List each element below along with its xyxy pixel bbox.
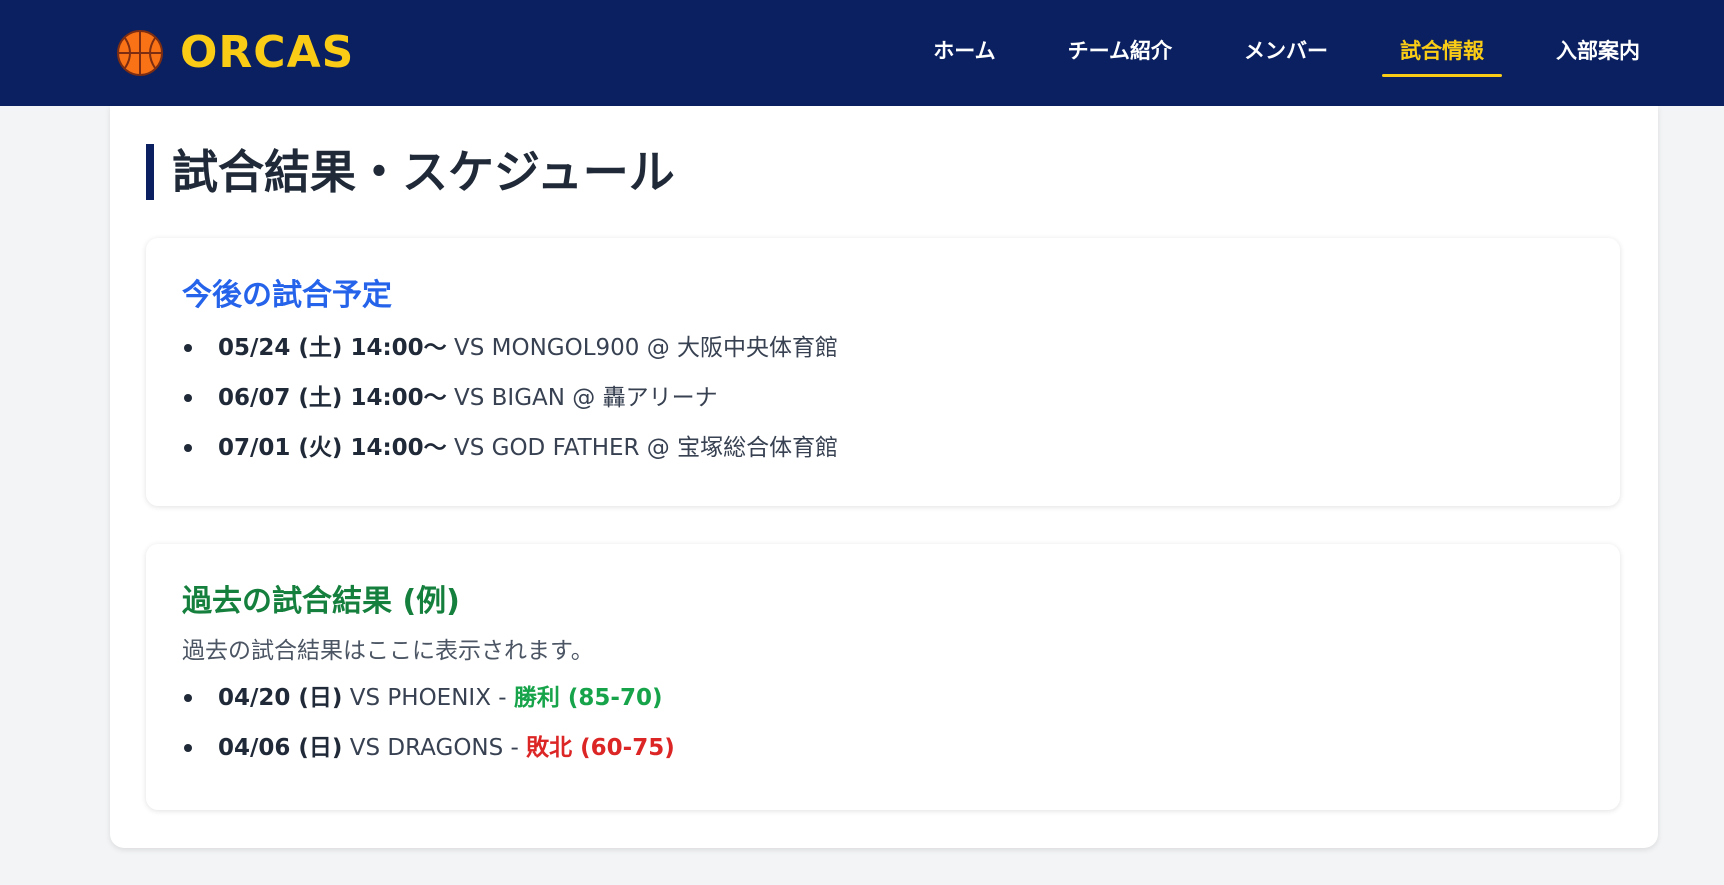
match-date: 06/07 (土) 14:00〜	[218, 385, 447, 411]
logo-text: ORCAS	[180, 27, 355, 78]
site-header: ORCAS ホーム チーム紹介 メンバー 試合情報 入部案内	[0, 0, 1724, 106]
past-result-list: 04/20 (日) VS PHOENIX - 勝利 (85-70) 04/06 …	[182, 678, 1584, 768]
nav-item-matches[interactable]: 試合情報	[1382, 25, 1502, 77]
match-detail: VS GOD FATHER @ 宝塚総合体育館	[453, 435, 839, 461]
past-section-title: 過去の試合結果 (例)	[182, 584, 460, 619]
past-section-description: 過去の試合結果はここに表示されます。	[182, 638, 594, 664]
upcoming-matches-section: 今後の試合予定 05/24 (土) 14:00〜 VS MONGOL900 @ …	[146, 238, 1620, 506]
result-win-badge: 勝利 (85-70)	[513, 685, 663, 711]
match-detail: VS DRAGONS -	[349, 735, 519, 761]
main-nav: ホーム チーム紹介 メンバー 試合情報 入部案内	[879, 0, 1658, 100]
nav-item-team[interactable]: チーム紹介	[1050, 25, 1190, 75]
nav-item-members[interactable]: メンバー	[1226, 25, 1346, 75]
basketball-icon	[117, 30, 163, 76]
match-detail: VS MONGOL900 @ 大阪中央体育館	[453, 335, 839, 361]
match-date: 04/20 (日)	[218, 685, 343, 711]
match-detail: VS BIGAN @ 轟アリーナ	[453, 385, 718, 411]
logo-link[interactable]: ORCAS	[116, 29, 354, 77]
nav-item-home[interactable]: ホーム	[915, 25, 1013, 75]
main-content-card: 試合結果・スケジュール 今後の試合予定 05/24 (土) 14:00〜 VS …	[110, 106, 1658, 848]
upcoming-match-item: 07/01 (火) 14:00〜 VS GOD FATHER @ 宝塚総合体育館	[182, 428, 1584, 468]
page-title: 試合結果・スケジュール	[146, 144, 675, 200]
match-date: 07/01 (火) 14:00〜	[218, 435, 447, 461]
result-loss-badge: 敗北 (60-75)	[526, 735, 675, 761]
match-date: 04/06 (日)	[218, 735, 343, 761]
past-results-section: 過去の試合結果 (例) 過去の試合結果はここに表示されます。 04/20 (日)…	[146, 544, 1620, 810]
past-result-item: 04/20 (日) VS PHOENIX - 勝利 (85-70)	[182, 678, 1584, 718]
upcoming-section-title: 今後の試合予定	[182, 278, 392, 313]
match-detail: VS PHOENIX -	[349, 685, 507, 711]
past-result-item: 04/06 (日) VS DRAGONS - 敗北 (60-75)	[182, 728, 1584, 768]
upcoming-match-item: 05/24 (土) 14:00〜 VS MONGOL900 @ 大阪中央体育館	[182, 328, 1584, 368]
upcoming-match-item: 06/07 (土) 14:00〜 VS BIGAN @ 轟アリーナ	[182, 378, 1584, 418]
nav-item-join[interactable]: 入部案内	[1538, 25, 1658, 75]
upcoming-match-list: 05/24 (土) 14:00〜 VS MONGOL900 @ 大阪中央体育館 …	[182, 328, 1584, 468]
match-date: 05/24 (土) 14:00〜	[218, 335, 447, 361]
